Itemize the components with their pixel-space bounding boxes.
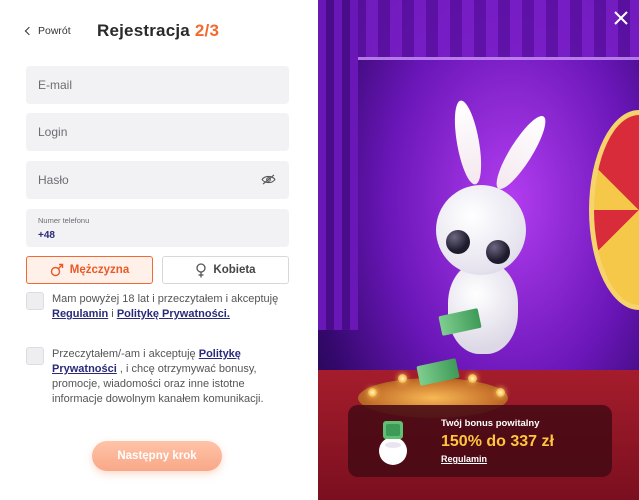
back-link[interactable]: Powrót: [24, 25, 71, 37]
gender-male-button[interactable]: Mężczyzna: [26, 256, 153, 284]
money-bag-icon: [379, 421, 407, 465]
bonus-amount: 150% do 337 zł: [441, 433, 554, 450]
back-label: Powrót: [38, 25, 71, 37]
gender-male-label: Mężczyzna: [69, 264, 130, 276]
bunny-eye: [486, 240, 510, 264]
gender-female-label: Kobieta: [213, 264, 256, 276]
bunny-body: [448, 262, 518, 354]
bunny-eye: [446, 230, 470, 254]
marketing-consent-row: Przeczytałem/-am i akceptuję Politykę Pr…: [26, 347, 296, 407]
phone-label: Numer telefonu: [38, 216, 90, 225]
privacy-policy-link[interactable]: Politykę Prywatności.: [117, 308, 230, 320]
female-symbol-icon: [196, 262, 207, 277]
fortune-wheel-image: [589, 110, 639, 310]
age-consent-intro: Mam powyżej 18 lat i przeczytałem i akce…: [52, 293, 279, 305]
age-consent-checkbox[interactable]: [26, 292, 44, 310]
login-field-wrapper: [26, 113, 289, 151]
eye-off-icon[interactable]: [261, 174, 276, 185]
promo-panel: Twój bonus powitalny 150% do 337 zł Regu…: [318, 0, 639, 500]
email-field-wrapper: [26, 66, 289, 104]
password-field-wrapper: [26, 161, 289, 199]
stage-bulb: [496, 388, 505, 397]
page-title: Rejestracja 2/3: [97, 21, 219, 41]
stage-bulb: [368, 388, 377, 397]
bonus-title: Twój bonus powitalny: [441, 418, 540, 429]
login-field[interactable]: [26, 113, 289, 151]
marketing-consent-text: Przeczytałem/-am i akceptuję Politykę Pr…: [52, 347, 296, 407]
stage-bulb: [468, 374, 477, 383]
password-field[interactable]: [26, 161, 289, 199]
chevron-left-icon: [24, 26, 34, 36]
bonus-terms-link[interactable]: Regulamin: [441, 454, 487, 464]
marketing-consent-checkbox[interactable]: [26, 347, 44, 365]
bunny-head: [436, 185, 526, 275]
gender-female-button[interactable]: Kobieta: [162, 256, 289, 284]
curtain-top: [318, 0, 639, 60]
male-symbol-icon: [50, 263, 63, 277]
terms-link[interactable]: Regulamin: [52, 308, 108, 320]
bunny-ear: [489, 110, 553, 195]
close-icon[interactable]: [613, 10, 629, 26]
bunny-ear: [449, 98, 487, 187]
registration-panel: Powrót Rejestracja 2/3 Numer telefonu +4…: [0, 0, 318, 500]
phone-prefix: +48: [38, 230, 55, 241]
email-field[interactable]: [26, 66, 289, 104]
phone-field[interactable]: Numer telefonu +48: [26, 209, 289, 247]
page-title-text: Rejestracja: [97, 21, 190, 40]
age-consent-row: Mam powyżej 18 lat i przeczytałem i akce…: [26, 292, 296, 322]
stage-bulb: [398, 374, 407, 383]
step-indicator: 2/3: [194, 21, 220, 40]
age-consent-text: Mam powyżej 18 lat i przeczytałem i akce…: [52, 292, 296, 322]
next-step-button[interactable]: Następny krok: [92, 441, 222, 471]
marketing-consent-intro: Przeczytałem/-am i akceptuję: [52, 348, 196, 360]
age-consent-and: i: [111, 308, 114, 320]
welcome-bonus-card: Twój bonus powitalny 150% do 337 zł Regu…: [348, 405, 612, 477]
curtain-left: [318, 0, 358, 330]
